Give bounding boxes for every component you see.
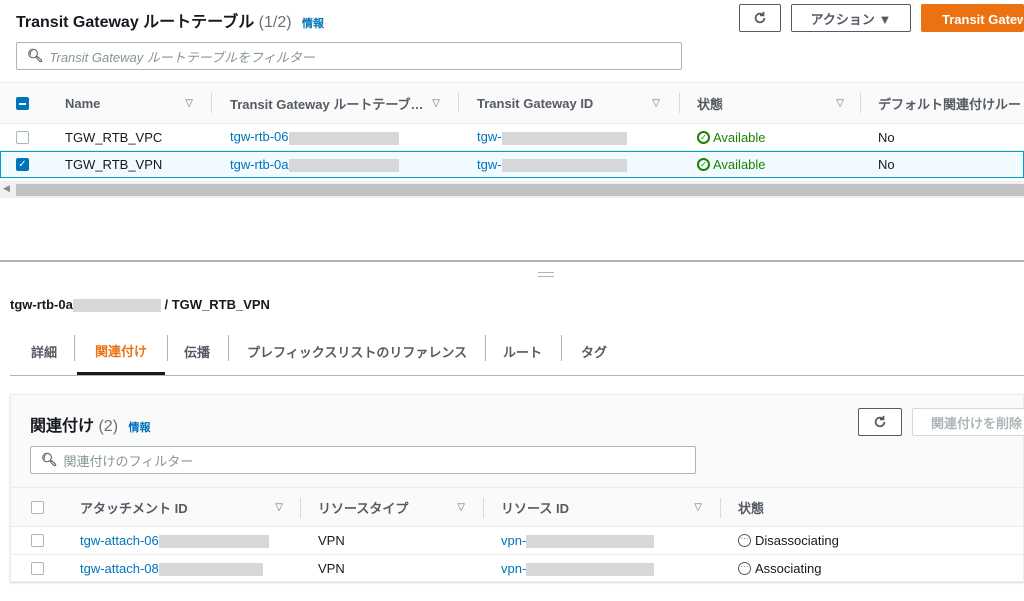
tab-propagations[interactable]: 伝播: [184, 328, 210, 375]
sort-icon: ▽: [457, 501, 465, 513]
page-title: Transit Gateway ルートテーブル (1/2) 情報: [16, 14, 325, 31]
tab-details[interactable]: 詳細: [31, 328, 57, 375]
select-all-checkbox[interactable]: [31, 500, 44, 514]
refresh-icon: [874, 415, 886, 428]
table-row[interactable]: tgw-attach-08 VPN vpn- ··· Associating: [11, 555, 1023, 582]
table-row-selected[interactable]: ✓ TGW_RTB_VPN tgw-rtb-0a tgw- ✓ Available…: [0, 151, 1024, 178]
column-default-association[interactable]: デフォルト関連付けルー: [878, 83, 1021, 123]
scrollbar-thumb[interactable]: [16, 184, 1024, 196]
sort-icon: ▽: [432, 97, 440, 109]
column-resource-type[interactable]: リソースタイプ ▽: [318, 488, 465, 526]
check-circle-icon: ✓: [697, 158, 710, 171]
actions-button[interactable]: アクション ▼: [791, 4, 911, 32]
column-attachment-id[interactable]: アタッチメント ID ▽: [80, 488, 283, 526]
refresh-button[interactable]: [739, 4, 781, 32]
column-resource-id[interactable]: リソース ID ▽: [501, 488, 702, 526]
tab-associations[interactable]: 関連付け: [77, 328, 166, 375]
status-badge: ··· Disassociating: [738, 527, 839, 554]
refresh-icon: [754, 11, 766, 24]
attachment-id-link[interactable]: tgw-attach-06: [80, 533, 269, 549]
row-checkbox[interactable]: [16, 130, 29, 144]
associations-container: 関連付け (2) 情報 関連付けを削除 🔍︎ 関連付けのフィルター アタッチメン…: [10, 394, 1024, 582]
drag-handle-icon[interactable]: [538, 272, 554, 277]
status-badge: ✓ Available: [697, 152, 766, 177]
route-table-id-link[interactable]: tgw-rtb-06: [230, 129, 399, 145]
association-search[interactable]: 🔍︎ 関連付けのフィルター: [30, 446, 696, 474]
sort-icon: ▽: [836, 97, 844, 109]
associations-title: 関連付け (2) 情報: [30, 418, 151, 435]
route-table-header: Name ▽ Transit Gateway ルートテーブ… ▽ Transit G…: [0, 82, 1024, 124]
sort-icon: ▽: [185, 97, 193, 109]
sort-icon: ▽: [694, 501, 702, 513]
search-icon: 🔍︎: [27, 48, 44, 63]
route-tables-panel: Transit Gateway ルートテーブル (1/2) 情報 アクション ▼…: [0, 0, 1024, 262]
route-table-id-link[interactable]: tgw-rtb-0a: [230, 157, 399, 173]
tab-tags[interactable]: タグ: [581, 328, 607, 375]
create-route-table-button[interactable]: Transit Gateway ルートテーブルを作成: [921, 4, 1024, 32]
attachment-id-link[interactable]: tgw-attach-08: [80, 561, 263, 577]
row-checkbox[interactable]: [31, 534, 44, 547]
column-state[interactable]: 状態: [738, 488, 764, 526]
horizontal-scrollbar[interactable]: ◀: [0, 181, 1024, 198]
split-divider[interactable]: [0, 260, 1024, 262]
status-badge: ✓ Available: [697, 124, 766, 150]
route-table-search[interactable]: 🔍︎ Transit Gateway ルートテーブルをフィルター: [16, 42, 682, 70]
table-row[interactable]: tgw-attach-06 VPN vpn- ··· Disassociating: [11, 527, 1023, 555]
info-link[interactable]: 情報: [302, 18, 324, 30]
delete-association-button[interactable]: 関連付けを削除: [912, 408, 1024, 436]
check-circle-icon: ✓: [697, 130, 710, 144]
column-tgw-id[interactable]: Transit Gateway ID ▽: [477, 83, 660, 123]
column-route-table-id[interactable]: Transit Gateway ルートテーブ… ▽: [230, 83, 440, 123]
tab-routes[interactable]: ルート: [503, 328, 542, 375]
column-name[interactable]: Name ▽: [65, 83, 193, 123]
tgw-id-link[interactable]: tgw-: [477, 129, 627, 145]
select-all-checkbox[interactable]: [16, 96, 29, 110]
sort-icon: ▽: [652, 97, 660, 109]
row-checkbox-checked[interactable]: ✓: [16, 158, 29, 171]
resource-id-link[interactable]: vpn-: [501, 561, 655, 577]
sort-icon: ▽: [275, 501, 283, 513]
status-badge: ··· Associating: [738, 555, 821, 582]
scroll-left-icon[interactable]: ◀: [3, 183, 10, 194]
refresh-button[interactable]: [858, 408, 902, 436]
column-state[interactable]: 状態 ▽: [697, 83, 844, 123]
tgw-id-link[interactable]: tgw-: [477, 157, 627, 173]
associations-header: アタッチメント ID ▽ リソースタイプ ▽ リソース ID ▽ 状態: [11, 487, 1023, 527]
detail-tabs: 詳細 関連付け 伝播 プレフィックスリストのリファレンス ルート タグ: [10, 328, 1024, 376]
resource-id-link[interactable]: vpn-: [501, 533, 655, 549]
pending-icon: ···: [738, 562, 751, 575]
row-checkbox[interactable]: [31, 562, 44, 575]
detail-title: tgw-rtb-0a / TGW_RTB_VPN: [10, 297, 270, 313]
pending-icon: ···: [738, 534, 751, 547]
search-icon: 🔍︎: [41, 452, 58, 467]
info-link[interactable]: 情報: [128, 422, 150, 434]
table-row[interactable]: TGW_RTB_VPC tgw-rtb-06 tgw- ✓ Available N…: [0, 124, 1024, 151]
tab-prefix-list-references[interactable]: プレフィックスリストのリファレンス: [247, 328, 467, 375]
